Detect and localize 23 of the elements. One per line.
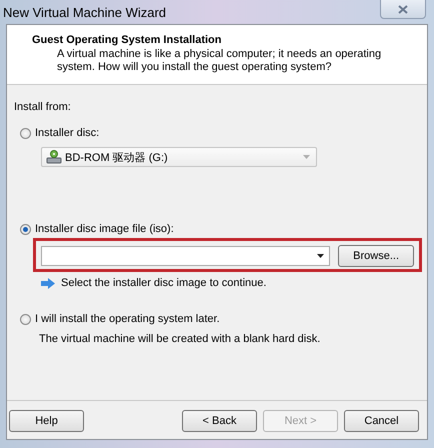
radio-label[interactable]: I will install the operating system later. [35, 313, 220, 325]
radio-button[interactable] [20, 128, 31, 138]
wizard-button[interactable]: Cancel [344, 410, 419, 432]
section-label: Install from: [14, 101, 71, 113]
dropdown-arrow-icon [317, 254, 324, 258]
radio-button[interactable] [20, 314, 31, 324]
close-button[interactable] [380, 0, 426, 19]
hint-text: Select the installer disc image to continue. [61, 277, 266, 289]
dropdown-arrow-icon [303, 155, 310, 159]
drive-icon [46, 150, 62, 164]
header-title: Guest Operating System Installation [32, 34, 222, 46]
close-icon [398, 4, 408, 14]
wizard-button[interactable]: Help [9, 410, 84, 432]
wizard-button[interactable]: Browse... [338, 245, 414, 267]
path-field[interactable] [41, 246, 330, 266]
wizard-button[interactable]: < Back [182, 410, 257, 432]
radio-label[interactable]: Installer disc image file (iso): [35, 223, 174, 235]
window-title: New Virtual Machine Wizard [3, 4, 166, 20]
radio-label[interactable]: Installer disc: [35, 127, 100, 139]
radio-button[interactable] [20, 224, 31, 234]
header-description: A virtual machine is like a physical computer; it needs an operating system. How will you install the guest operating system? [56, 48, 382, 74]
arrow-icon [41, 278, 55, 288]
option-note: The virtual machine will be created with a blank hard disk. [39, 333, 320, 345]
